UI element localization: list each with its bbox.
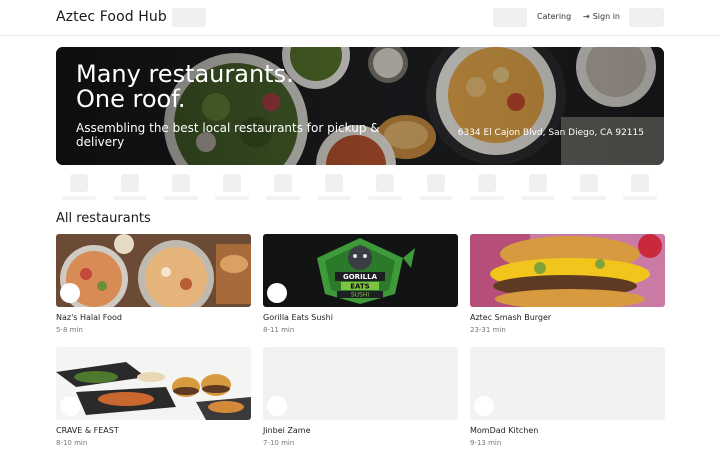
- category-placeholder: [164, 174, 198, 202]
- restaurant-image-placeholder: [263, 347, 458, 420]
- restaurant-eta: 8-11 min: [263, 326, 295, 334]
- category-placeholder: [368, 174, 402, 202]
- hero-address: 6334 El Cajon Blvd, San Diego, CA 92115: [457, 128, 644, 138]
- sign-in-button[interactable]: ⇥ Sign in: [583, 12, 620, 21]
- category-placeholder: [623, 174, 657, 202]
- restaurant-eta: 5-8 min: [56, 326, 83, 334]
- loading-placeholder: [629, 8, 664, 27]
- sign-in-label: Sign in: [592, 12, 620, 21]
- category-placeholder: [572, 174, 606, 202]
- section-title: All restaurants: [56, 211, 151, 226]
- logo-text-line1: GORILLA: [343, 273, 378, 281]
- category-placeholder: [266, 174, 300, 202]
- category-placeholder: [470, 174, 504, 202]
- restaurant-image: GORILLA EATS SUSHI: [263, 234, 458, 307]
- favorite-button[interactable]: [267, 396, 287, 416]
- restaurant-name: CRAVE & FEAST: [56, 426, 119, 435]
- logo-text-line2: EATS: [350, 283, 369, 291]
- category-placeholder: [113, 174, 147, 202]
- restaurant-eta: 8-10 min: [56, 439, 88, 447]
- restaurant-name: Gorilla Eats Sushi: [263, 313, 333, 322]
- restaurant-name: Jinbei Zame: [263, 426, 311, 435]
- restaurant-card[interactable]: MomDad Kitchen 9-13 min: [470, 347, 665, 447]
- sign-in-icon: ⇥: [583, 12, 590, 21]
- restaurant-card[interactable]: Aztec Smash Burger 23-31 min: [470, 234, 665, 334]
- restaurant-image: [56, 234, 251, 307]
- category-placeholder: [215, 174, 249, 202]
- catering-link[interactable]: Catering: [537, 12, 571, 21]
- category-row-loading: [62, 174, 662, 202]
- loading-placeholder: [493, 8, 527, 27]
- restaurant-eta: 7-10 min: [263, 439, 295, 447]
- restaurant-card[interactable]: Jinbei Zame 7-10 min: [263, 347, 458, 447]
- restaurant-card[interactable]: CRAVE & FEAST 8-10 min: [56, 347, 251, 447]
- restaurant-eta: 9-13 min: [470, 439, 502, 447]
- favorite-button[interactable]: [60, 396, 80, 416]
- restaurant-image: [56, 347, 251, 420]
- favorite-button[interactable]: [474, 396, 494, 416]
- restaurant-card[interactable]: Naz's Halal Food 5-8 min: [56, 234, 251, 334]
- gorilla-logo: GORILLA EATS SUSHI: [263, 234, 458, 307]
- category-placeholder: [62, 174, 96, 202]
- brand-logo[interactable]: Aztec Food Hub: [56, 9, 167, 25]
- favorite-button[interactable]: [60, 283, 80, 303]
- top-bar: Aztec Food Hub Catering ⇥ Sign in: [0, 0, 720, 36]
- restaurant-image-placeholder: [470, 347, 665, 420]
- hero-title: Many restaurants. One roof.: [76, 60, 294, 113]
- restaurant-card[interactable]: GORILLA EATS SUSHI Gorilla Eats Sushi 8-…: [263, 234, 458, 334]
- category-placeholder: [521, 174, 555, 202]
- restaurant-name: MomDad Kitchen: [470, 426, 539, 435]
- favorite-button[interactable]: [267, 283, 287, 303]
- logo-text-line3: SUSHI: [351, 292, 370, 299]
- restaurant-name: Aztec Smash Burger: [470, 313, 552, 322]
- restaurant-eta: 23-31 min: [470, 326, 506, 334]
- category-placeholder: [317, 174, 351, 202]
- hero-subtitle: Assembling the best local restaurants fo…: [76, 121, 380, 149]
- hero-banner: Many restaurants. One roof. Assembling t…: [56, 47, 664, 165]
- restaurant-image: [470, 234, 665, 307]
- loading-placeholder: [172, 8, 206, 27]
- category-placeholder: [419, 174, 453, 202]
- restaurant-name: Naz's Halal Food: [56, 313, 122, 322]
